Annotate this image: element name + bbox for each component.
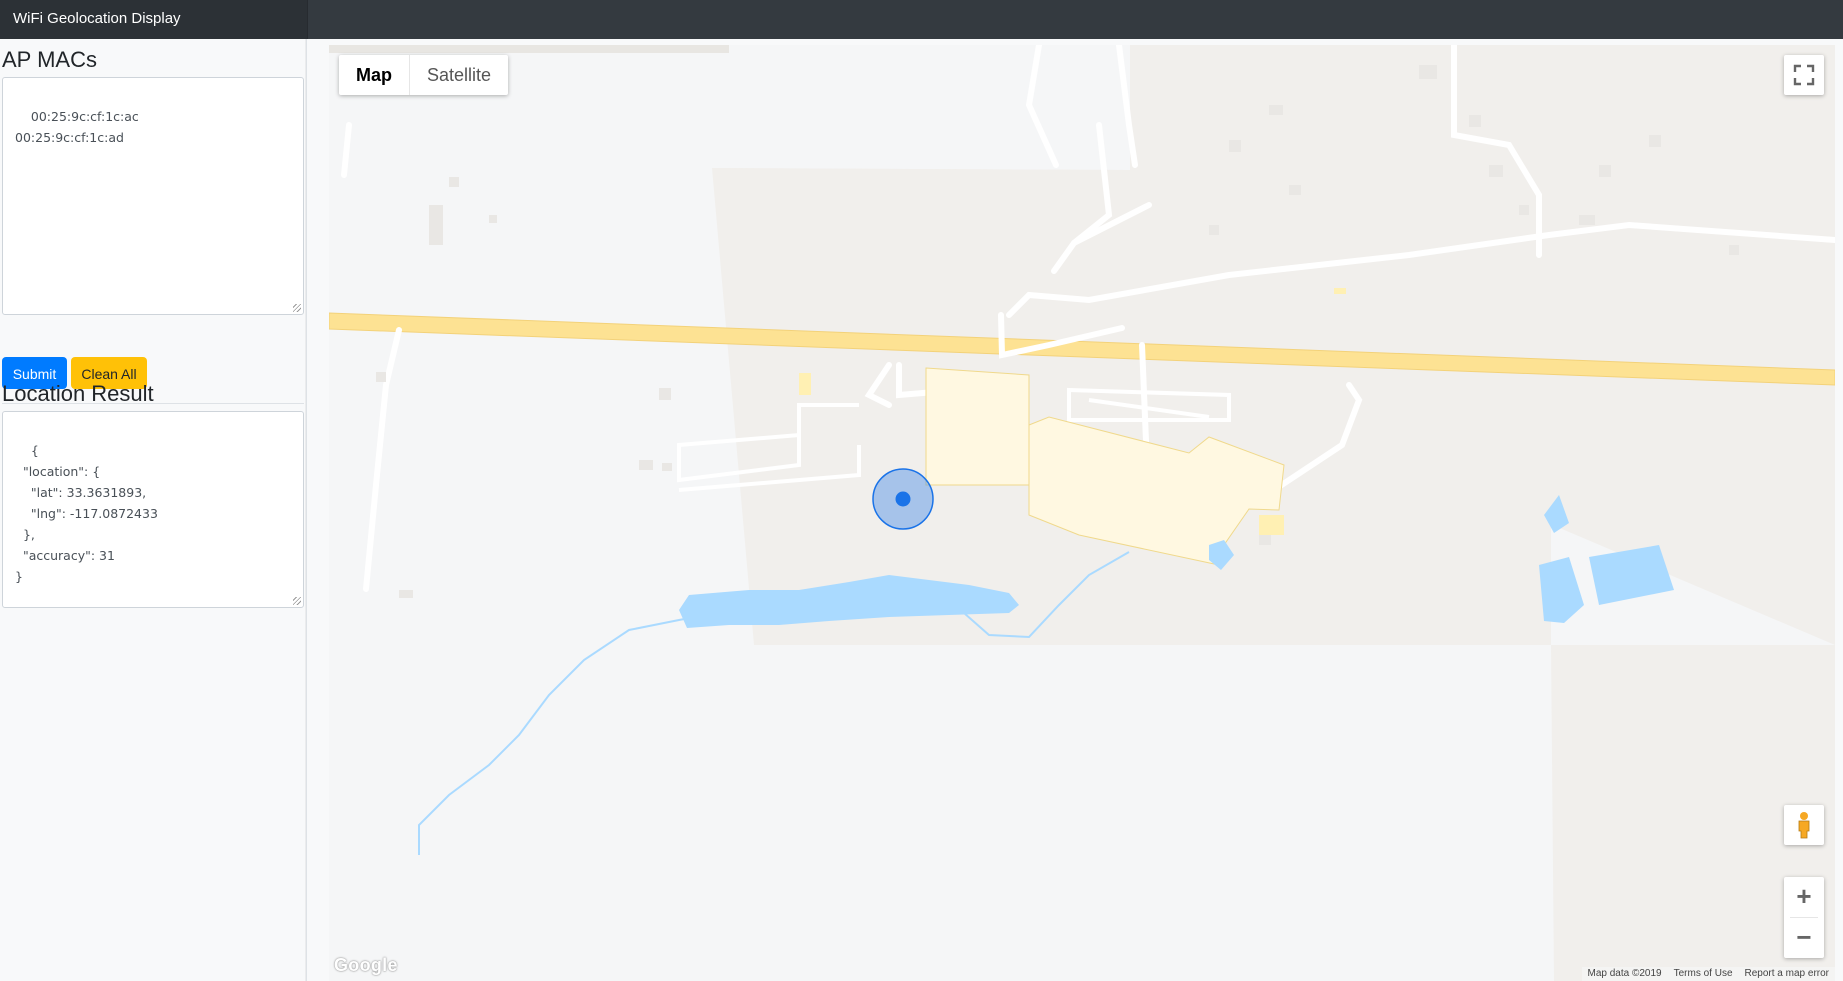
brand-area: WiFi Geolocation Display (0, 0, 307, 39)
resize-grip-icon[interactable] (293, 304, 301, 312)
sidebar: AP MACs 00:25:9c:cf:1c:ac 00:25:9c:cf:1c… (0, 39, 307, 981)
ap-macs-value: 00:25:9c:cf:1c:ac 00:25:9c:cf:1c:ad (15, 109, 139, 145)
zoom-in-button[interactable]: + (1784, 877, 1824, 917)
map-type-control: Map Satellite (339, 55, 509, 95)
fullscreen-icon (1793, 64, 1815, 86)
ap-macs-heading: AP MACs (2, 47, 97, 72)
zoom-out-button[interactable]: − (1784, 918, 1824, 958)
terms-link[interactable]: Terms of Use (1674, 967, 1733, 981)
location-result-heading: Location Result (2, 381, 154, 406)
location-result-value: { "location": { "lat": 33.3631893, "lng"… (15, 443, 158, 584)
top-navbar: WiFi Geolocation Display (0, 0, 1843, 39)
location-result-textarea[interactable]: { "location": { "lat": 33.3631893, "lng"… (2, 411, 304, 608)
google-logo[interactable]: Google (334, 955, 398, 976)
building-main (925, 367, 1030, 486)
pegman-icon (1798, 812, 1810, 839)
map-attribution: Map data ©2019 Terms of Use Report a map… (1581, 967, 1835, 981)
location-dot (895, 491, 911, 507)
resize-grip-icon[interactable] (293, 597, 301, 605)
map-tiles (329, 45, 1835, 981)
street-view-pegman[interactable] (1784, 805, 1824, 845)
app-title[interactable]: WiFi Geolocation Display (13, 10, 181, 27)
zoom-control: + − (1784, 877, 1824, 958)
map-type-map-button[interactable]: Map (339, 55, 409, 95)
map-data-text: Map data ©2019 (1587, 968, 1662, 979)
map-type-satellite-button[interactable]: Satellite (409, 55, 508, 95)
fullscreen-button[interactable] (1784, 55, 1824, 95)
ap-macs-textarea[interactable]: 00:25:9c:cf:1c:ac 00:25:9c:cf:1c:ad (2, 77, 304, 315)
map-canvas[interactable]: Map Satellite + − Google Map data ©2019 … (329, 45, 1835, 981)
report-error-link[interactable]: Report a map error (1745, 967, 1829, 981)
